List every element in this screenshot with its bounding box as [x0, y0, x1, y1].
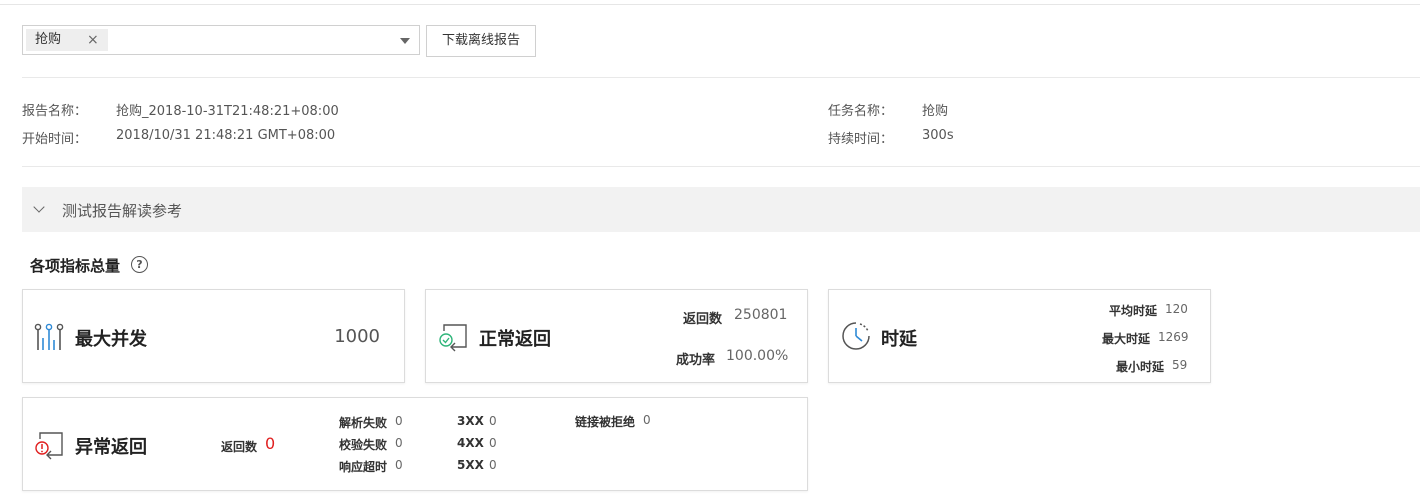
status-3xx-label: 3XX — [457, 414, 484, 428]
return-count-value: 250801 — [734, 307, 788, 323]
task-name-label: 任务名称： — [828, 104, 894, 119]
max-concurrency-card: 最大并发 1000 — [22, 289, 405, 383]
divider — [22, 166, 1420, 167]
timeout-label: 响应超时 — [339, 460, 388, 474]
success-rate-label: 成功率 — [676, 353, 716, 368]
concurrency-icon — [34, 323, 64, 350]
return-count-label: 返回数 — [683, 312, 723, 327]
normal-return-card: 正常返回 返回数 250801 成功率 100.00% — [425, 289, 808, 383]
status-5xx-value: 0 — [489, 458, 497, 472]
timeout-value: 0 — [395, 458, 403, 472]
success-rate-value: 100.00% — [726, 348, 789, 364]
status-4xx-label: 4XX — [457, 436, 484, 450]
selected-tag: 抢购 × — [26, 29, 108, 51]
status-5xx-label: 5XX — [457, 458, 484, 472]
duration-value: 300s — [922, 128, 954, 143]
report-guide-panel[interactable]: 测试报告解读参考 — [22, 187, 1420, 232]
max-latency-value: 1269 — [1158, 330, 1189, 344]
clock-icon — [842, 322, 870, 350]
chevron-down-icon[interactable] — [400, 38, 410, 44]
selected-tag-label: 抢购 — [35, 32, 62, 47]
parse-fail-label: 解析失败 — [339, 416, 388, 430]
min-latency-value: 59 — [1172, 358, 1188, 372]
download-report-button[interactable]: 下载离线报告 — [426, 25, 536, 57]
avg-latency-label: 平均时延 — [1109, 304, 1158, 318]
max-concurrency-label: 最大并发 — [75, 329, 147, 350]
tag-remove-icon[interactable]: × — [87, 29, 99, 51]
abnormal-count-value: 0 — [265, 434, 276, 453]
top-divider — [0, 4, 1420, 5]
max-latency-label: 最大时延 — [1102, 332, 1151, 346]
metrics-title: 各项指标总量 — [30, 257, 121, 275]
task-name-value: 抢购 — [922, 104, 949, 119]
report-name-value: 抢购_2018-10-31T21:48:21+08:00 — [116, 104, 339, 119]
verify-fail-value: 0 — [395, 436, 403, 450]
status-4xx-value: 0 — [489, 436, 497, 450]
report-name-label: 报告名称： — [22, 104, 88, 119]
start-time-value: 2018/10/31 21:48:21 GMT+08:00 — [116, 128, 336, 143]
abnormal-return-card: 异常返回 返回数 0 解析失败 0 校验失败 0 响应超时 0 3XX 0 4X… — [22, 397, 808, 491]
status-3xx-value: 0 — [489, 414, 497, 428]
divider — [22, 77, 1420, 78]
connection-refused-value: 0 — [643, 413, 651, 427]
parse-fail-value: 0 — [395, 414, 403, 428]
report-guide-label: 测试报告解读参考 — [62, 202, 183, 220]
latency-label: 时延 — [881, 329, 917, 350]
task-select[interactable]: 抢购 × — [22, 25, 420, 55]
abnormal-return-label: 异常返回 — [75, 437, 147, 458]
chevron-down-icon[interactable] — [33, 201, 45, 213]
help-icon[interactable]: ? — [131, 256, 148, 273]
return-error-icon — [35, 432, 63, 460]
duration-label: 持续时间： — [828, 132, 894, 147]
min-latency-label: 最小时延 — [1116, 360, 1165, 374]
return-success-icon — [439, 324, 467, 352]
connection-refused-label: 链接被拒绝 — [575, 415, 636, 429]
normal-return-label: 正常返回 — [479, 329, 551, 350]
avg-latency-value: 120 — [1165, 302, 1188, 316]
verify-fail-label: 校验失败 — [339, 438, 388, 452]
abnormal-count-label: 返回数 — [221, 440, 258, 454]
start-time-label: 开始时间： — [22, 132, 88, 147]
latency-card: 时延 平均时延 120 最大时延 1269 最小时延 59 — [828, 289, 1211, 383]
max-concurrency-value: 1000 — [334, 326, 380, 347]
